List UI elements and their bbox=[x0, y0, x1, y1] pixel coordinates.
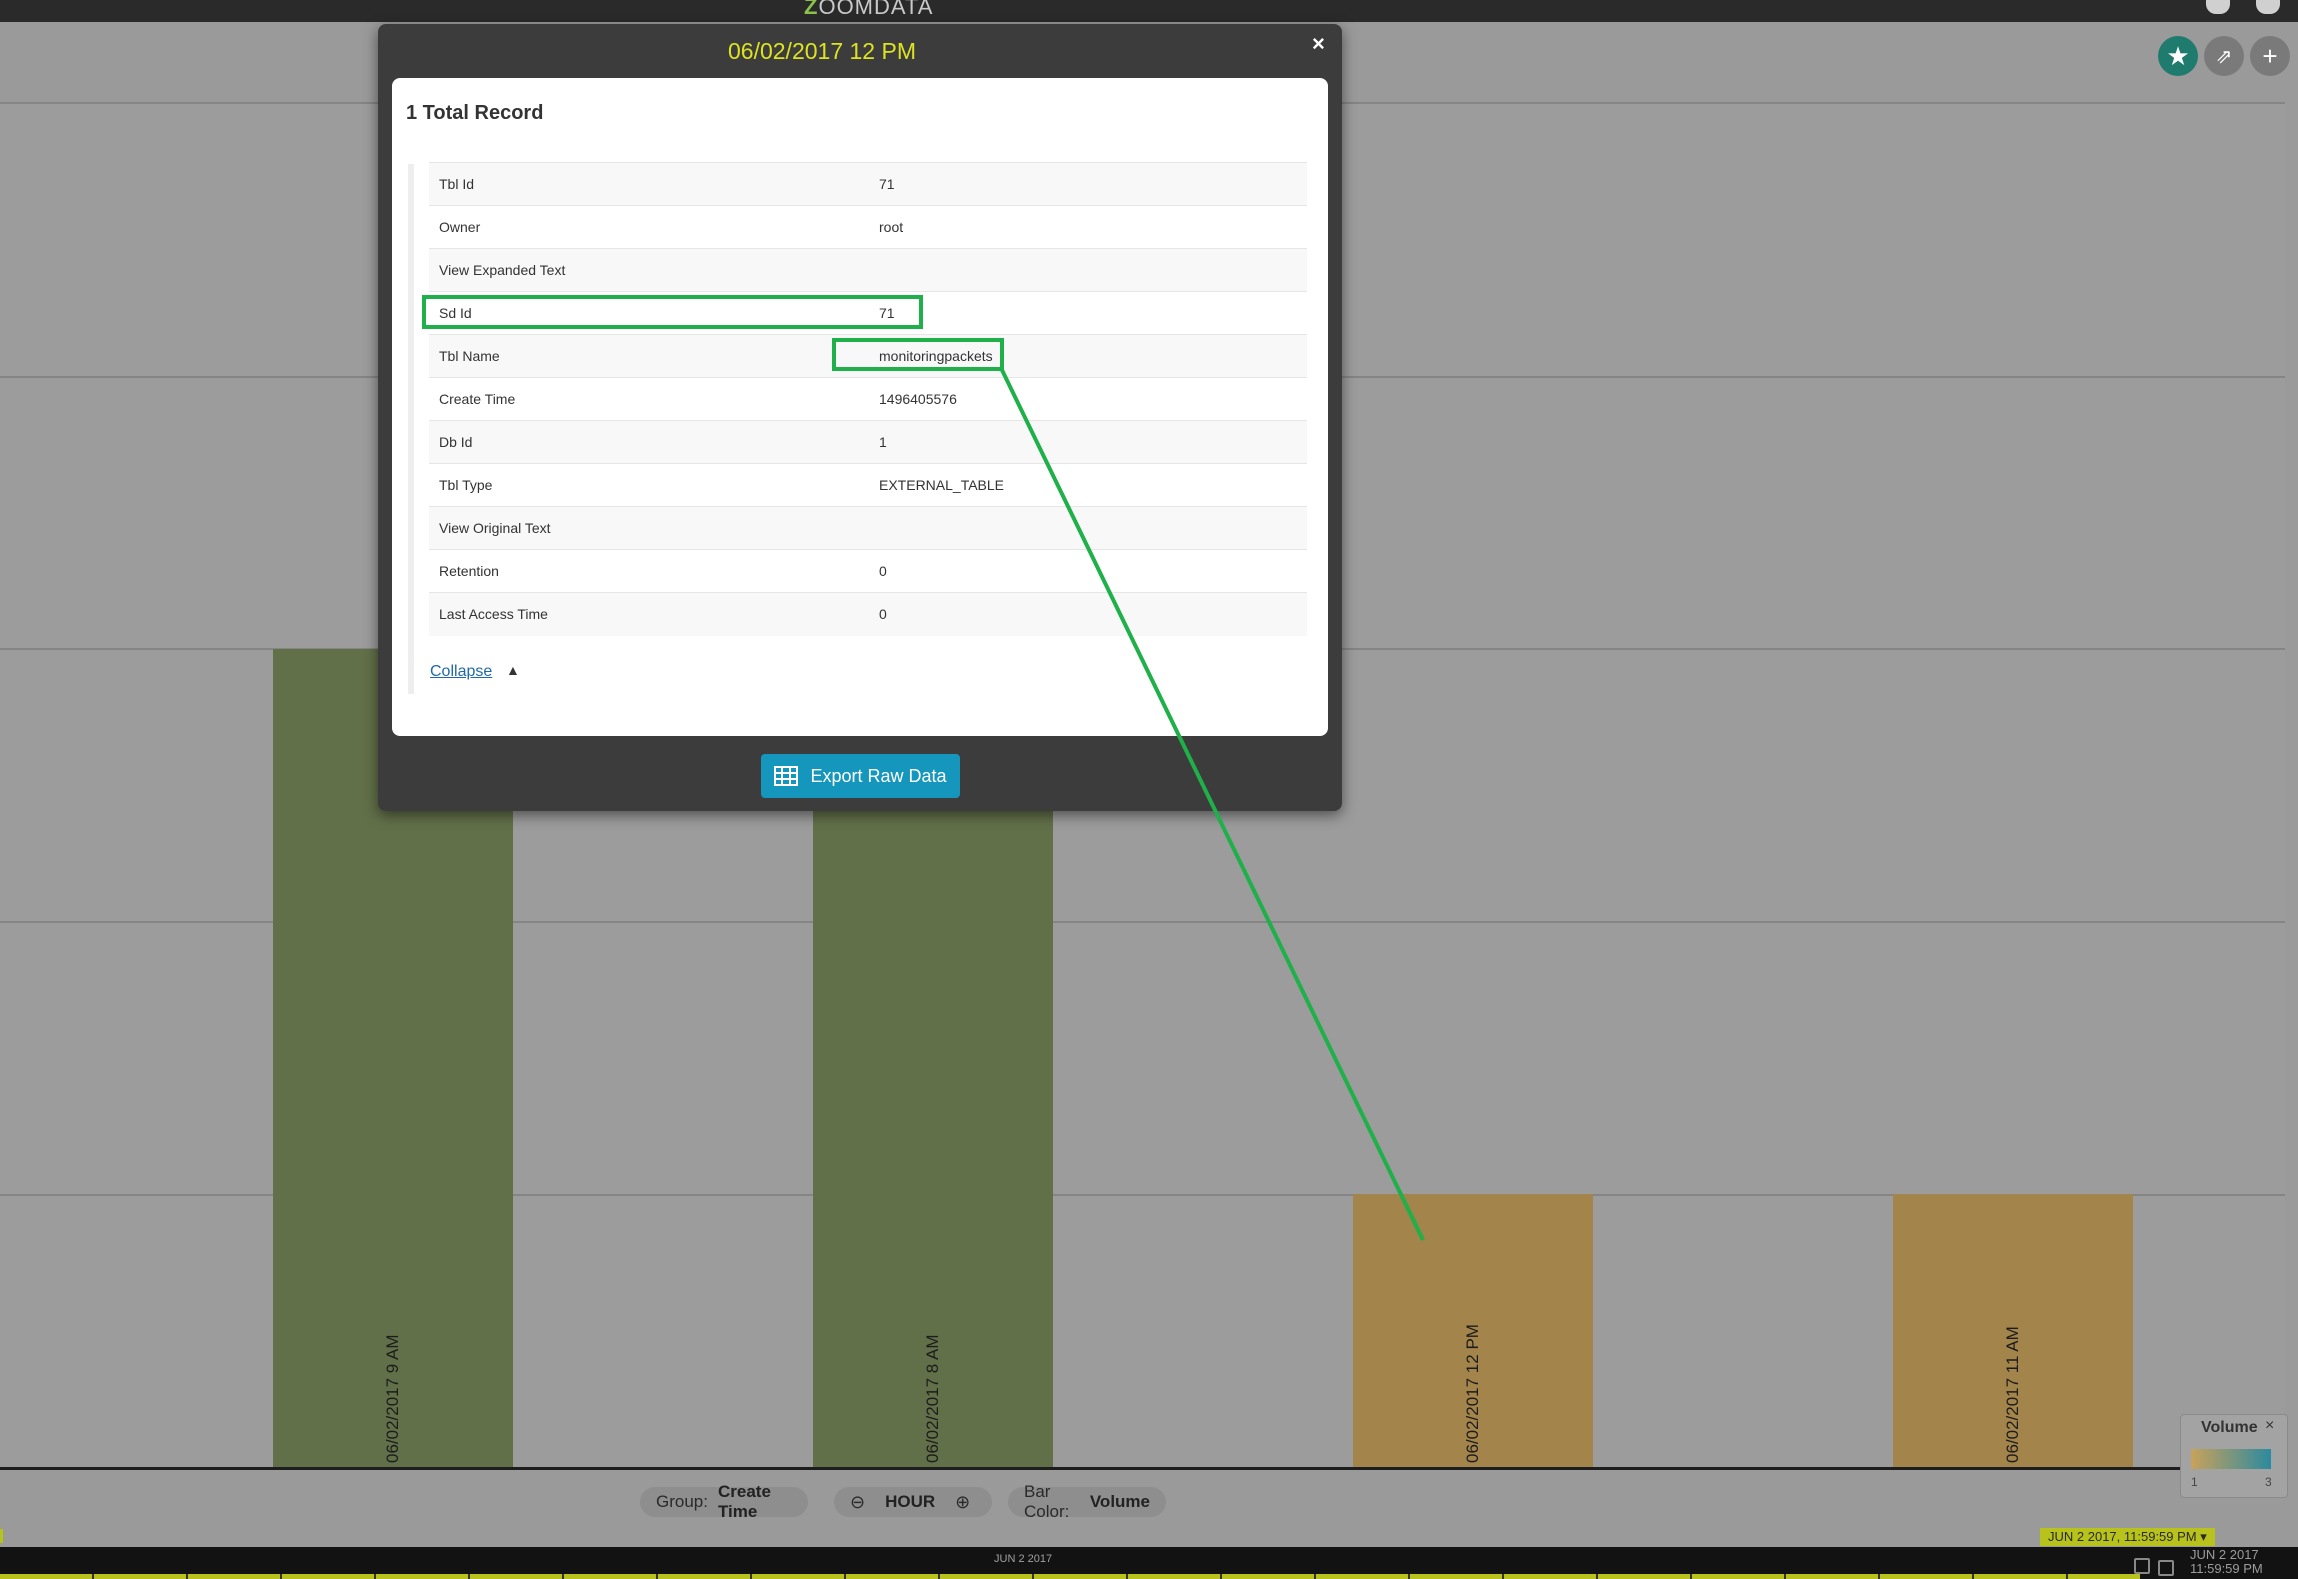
zoomdata-logo: ZOOMDATA bbox=[804, 0, 934, 19]
group-label: Group: bbox=[656, 1492, 708, 1511]
modal-title: 06/02/2017 12 PM bbox=[728, 38, 916, 64]
legend-gradient bbox=[2191, 1449, 2271, 1469]
calendar-icon[interactable] bbox=[2134, 1558, 2150, 1574]
zoom-out-icon[interactable]: ⊖ bbox=[850, 1492, 865, 1513]
bar-label: 06/02/2017 9 AM bbox=[383, 1334, 402, 1463]
timeline-start-marker[interactable] bbox=[0, 1529, 3, 1543]
table-row: Tbl Name monitoringpackets bbox=[429, 334, 1307, 378]
bar-color-label: Bar Color: bbox=[1024, 1482, 1070, 1521]
time-unit-control: ⊖ HOUR ⊕ bbox=[834, 1487, 992, 1517]
group-value: Create Time bbox=[717, 1482, 771, 1521]
close-icon[interactable]: × bbox=[1312, 31, 1325, 57]
field-value: 71 bbox=[879, 305, 895, 321]
table-row: Create Time 1496405576 bbox=[429, 377, 1307, 421]
bar-label: 06/02/2017 12 PM bbox=[1463, 1324, 1482, 1463]
share-icon: ⇗ bbox=[2215, 45, 2233, 68]
field-value: 0 bbox=[879, 606, 887, 623]
table-row: Owner root bbox=[429, 205, 1307, 249]
field-value: 0 bbox=[879, 563, 887, 579]
table-row: Tbl Id 71 bbox=[429, 162, 1307, 206]
timeline-date-label: JUN 2 2017 bbox=[994, 1553, 1053, 1565]
record-details-modal: 06/02/2017 12 PM × 1 Total Record Tbl Id… bbox=[378, 24, 1342, 811]
group-selector[interactable]: Group: Create Time bbox=[640, 1482, 808, 1521]
field-value: 1 bbox=[879, 434, 887, 450]
legend-min: 1 bbox=[2191, 1475, 2198, 1489]
record-count: 1 Total Record bbox=[406, 102, 544, 124]
field-name: Sd Id bbox=[439, 305, 472, 321]
table-row: View Expanded Text bbox=[429, 248, 1307, 292]
field-name: Tbl Id bbox=[439, 176, 475, 192]
calendar-icon[interactable] bbox=[2158, 1560, 2174, 1576]
star-icon: ★ bbox=[2166, 40, 2190, 71]
time-unit: HOUR bbox=[885, 1492, 936, 1511]
bar-color-value: Volume bbox=[1089, 1492, 1150, 1511]
legend-title: Volume bbox=[2201, 1419, 2258, 1436]
close-icon[interactable]: × bbox=[2265, 1417, 2274, 1435]
share-button[interactable]: ⇗ bbox=[2204, 36, 2244, 76]
field-name: Tbl Type bbox=[439, 477, 493, 493]
bar-color-selector[interactable]: Bar Color: Volume bbox=[1008, 1482, 1166, 1521]
field-value: monitoringpackets bbox=[879, 348, 993, 364]
field-value: 1496405576 bbox=[879, 391, 957, 407]
field-name: Last Access Time bbox=[439, 606, 548, 623]
table-row: Last Access Time 0 bbox=[429, 592, 1307, 636]
x-axis bbox=[0, 1467, 2180, 1470]
bar-label: 06/02/2017 8 AM bbox=[923, 1334, 942, 1463]
field-name: Tbl Name bbox=[439, 348, 500, 364]
table-row: Retention 0 bbox=[429, 549, 1307, 593]
chevron-up-icon[interactable]: ▲ bbox=[506, 662, 520, 678]
help-icon[interactable] bbox=[2206, 0, 2230, 14]
field-name: View Expanded Text bbox=[439, 262, 566, 278]
modal-panel: 1 Total Record Tbl Id 71 Owner root View Exp… bbox=[392, 78, 1328, 736]
user-icon[interactable] bbox=[2256, 0, 2280, 14]
field-value: root bbox=[879, 219, 904, 235]
timeline-end-badge[interactable]: JUN 2 2017, 11:59:59 PM ▾ bbox=[2040, 1528, 2215, 1546]
record-table: Tbl Id 71 Owner root View Expanded Text Sd Id… bbox=[429, 162, 1307, 636]
volume-legend[interactable]: Volume × 1 3 bbox=[2180, 1414, 2288, 1498]
timeline-ticks[interactable] bbox=[0, 1574, 2140, 1579]
collapse-link[interactable]: Collapse bbox=[430, 663, 492, 681]
add-button[interactable]: + bbox=[2250, 36, 2290, 76]
plus-icon: + bbox=[2262, 40, 2278, 71]
field-value bbox=[869, 249, 1307, 292]
field-name: Retention bbox=[439, 563, 499, 579]
legend-max: 3 bbox=[2265, 1475, 2272, 1489]
top-bar: ZOOMDATA bbox=[0, 0, 2298, 22]
table-indent-rule bbox=[408, 164, 414, 694]
table-icon bbox=[774, 766, 799, 786]
table-row: Tbl Type EXTERNAL_TABLE bbox=[429, 463, 1307, 507]
export-label: Export Raw Data bbox=[810, 765, 947, 786]
field-name: Owner bbox=[439, 219, 481, 235]
field-name: View Original Text bbox=[439, 520, 551, 536]
field-value: 71 bbox=[879, 176, 895, 192]
field-value: EXTERNAL_TABLE bbox=[879, 477, 1005, 493]
table-row: View Original Text bbox=[429, 506, 1307, 550]
table-row: Sd Id 71 bbox=[429, 291, 1307, 335]
table-row: Db Id 1 bbox=[429, 420, 1307, 464]
timeline-end-label: JUN 2 2017 11:59:59 PM bbox=[2190, 1547, 2263, 1576]
favorite-button[interactable]: ★ bbox=[2158, 36, 2198, 76]
zoom-in-icon[interactable]: ⊕ bbox=[955, 1492, 970, 1513]
bar-label: 06/02/2017 11 AM bbox=[2003, 1326, 2022, 1463]
export-raw-data-button[interactable]: Export Raw Data bbox=[761, 754, 960, 798]
field-value bbox=[869, 507, 1307, 550]
field-name: Create Time bbox=[439, 391, 516, 407]
field-name: Db Id bbox=[439, 434, 473, 450]
